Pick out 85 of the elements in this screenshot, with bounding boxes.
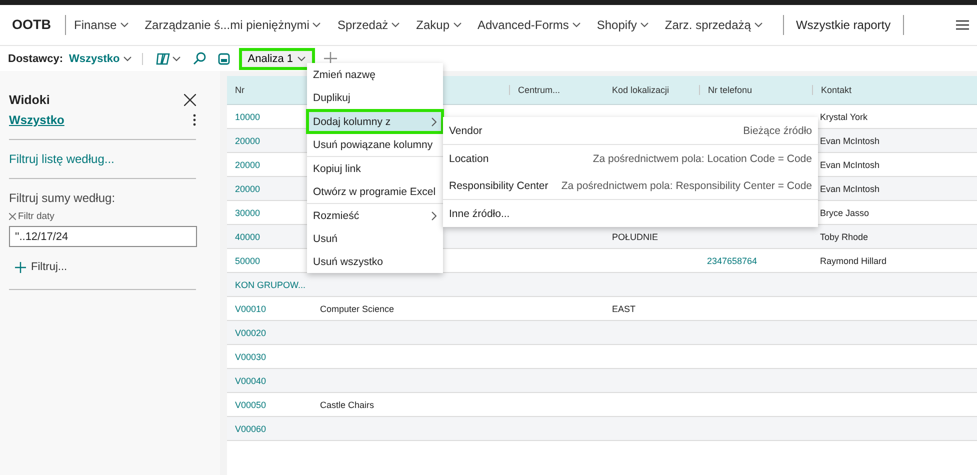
caret-icon bbox=[640, 22, 649, 28]
analysis-tab[interactable]: Analiza 1 bbox=[242, 50, 312, 66]
caret-icon bbox=[120, 22, 129, 28]
filter-totals-label: Filtruj sumy według: bbox=[9, 191, 116, 205]
menu-icon[interactable] bbox=[956, 20, 969, 30]
add-icon[interactable] bbox=[324, 52, 338, 65]
menu-item[interactable]: Usuń bbox=[307, 227, 443, 250]
menu-item[interactable]: Kopiuj link bbox=[307, 157, 443, 180]
column-header[interactable]: Centrum... bbox=[518, 85, 560, 95]
table-cell: Evan McIntosh bbox=[820, 184, 880, 194]
nav-menu-item[interactable]: Advanced-Forms bbox=[470, 18, 589, 32]
table-cell[interactable]: V00060 bbox=[235, 424, 266, 434]
table-cell[interactable]: 20000 bbox=[235, 184, 260, 194]
all-reports-link[interactable]: Wszystkie raporty bbox=[782, 15, 904, 35]
menu-item[interactable]: Inne źródło... bbox=[449, 208, 510, 220]
caret-icon bbox=[754, 22, 763, 28]
menu-item[interactable]: Vendor bbox=[449, 124, 482, 136]
menu-item[interactable]: Usuń powiązane kolumny bbox=[307, 133, 443, 156]
caret-icon bbox=[122, 56, 132, 62]
date-filter-field[interactable]: ''..12/17/24 bbox=[9, 226, 197, 247]
menu-item-detail: Bieżące źródło bbox=[743, 124, 812, 136]
page-caption: Dostawcy: bbox=[8, 52, 64, 64]
table-cell[interactable]: 20000 bbox=[235, 136, 260, 146]
menu-item-detail: Za pośrednictwem pola: Location Code = Code bbox=[592, 152, 812, 164]
chevron-right-icon bbox=[431, 210, 437, 220]
menu-item[interactable]: Rozmieść bbox=[307, 204, 443, 227]
menu-item[interactable]: Responsibility Center bbox=[449, 180, 548, 192]
table-cell[interactable]: 50000 bbox=[235, 256, 260, 266]
table-cell: Evan McIntosh bbox=[820, 160, 880, 170]
add-icon[interactable] bbox=[15, 262, 26, 272]
table-cell[interactable]: V00040 bbox=[235, 376, 266, 386]
caret-icon bbox=[452, 22, 462, 28]
table-cell[interactable]: 30000 bbox=[235, 208, 260, 218]
view-link[interactable]: Wszystko bbox=[9, 113, 64, 127]
table-cell: Raymond Hillard bbox=[820, 256, 887, 266]
table-cell: Krystal York bbox=[820, 112, 868, 122]
table-cell[interactable]: V00030 bbox=[235, 352, 266, 362]
menu-item[interactable]: Duplikuj bbox=[307, 86, 443, 109]
menu-item-detail: Za pośrednictwem pola: Responsibility Center = Code bbox=[561, 180, 812, 192]
table-cell: Evan McIntosh bbox=[820, 136, 880, 146]
table-cell[interactable]: 2347658764 bbox=[707, 256, 758, 266]
filter-list-link[interactable]: Filtruj listę według... bbox=[9, 152, 114, 166]
menu-item[interactable]: Dodaj kolumny z bbox=[307, 110, 443, 133]
column-header[interactable]: Kontakt bbox=[821, 85, 852, 95]
table-cell[interactable]: 20000 bbox=[235, 160, 260, 170]
nav-menu-item[interactable]: Zarządzanie ś...mi pieniężnymi bbox=[136, 18, 330, 32]
analysis-icon[interactable] bbox=[218, 52, 230, 64]
caret-icon bbox=[572, 22, 581, 28]
table-cell[interactable]: KON GRUPOW... bbox=[235, 280, 306, 290]
table-cell[interactable]: 40000 bbox=[235, 232, 260, 242]
close-icon[interactable] bbox=[184, 94, 196, 106]
table-cell[interactable]: V00020 bbox=[235, 328, 266, 338]
table-cell: EAST bbox=[612, 304, 636, 314]
nav-menu-item[interactable]: Shopify bbox=[588, 18, 657, 32]
copilot-icon[interactable] bbox=[154, 52, 181, 66]
nav-menu-item[interactable]: Zarz. sprzedażą bbox=[656, 18, 771, 32]
column-header[interactable]: Kod lokalizacji bbox=[612, 85, 670, 95]
caret-icon bbox=[297, 56, 306, 62]
add-filter-link[interactable]: Filtruj... bbox=[31, 261, 68, 273]
table-cell: Computer Science bbox=[320, 304, 394, 314]
chevron-right-icon bbox=[431, 116, 437, 126]
app-title: OOTB bbox=[0, 15, 66, 35]
menu-item[interactable]: Usuń wszystko bbox=[307, 250, 443, 273]
table-cell[interactable]: V00010 bbox=[235, 304, 266, 314]
more-options-icon[interactable] bbox=[193, 114, 196, 126]
caret-icon bbox=[391, 22, 400, 28]
column-header[interactable]: Nr telefonu bbox=[708, 85, 752, 95]
nav-menu-item[interactable]: Sprzedaż bbox=[329, 18, 408, 32]
table-cell: POŁUDNIE bbox=[612, 232, 658, 242]
column-header[interactable]: Nr bbox=[235, 85, 244, 95]
caret-icon bbox=[312, 22, 322, 28]
search-icon[interactable] bbox=[192, 52, 206, 65]
panel-title: Widoki bbox=[9, 93, 50, 107]
nav-menu-item[interactable]: Zakup bbox=[408, 18, 470, 32]
field-label: Filtr daty bbox=[18, 211, 54, 222]
table-cell: Bryce Jasso bbox=[820, 208, 870, 218]
table-cell: Castle Chairs bbox=[320, 400, 374, 410]
menu-item[interactable]: Location bbox=[449, 152, 489, 164]
table-cell[interactable]: V00050 bbox=[235, 400, 266, 410]
menu-item[interactable]: Otwórz w programie Excel bbox=[307, 180, 443, 203]
remove-icon[interactable] bbox=[9, 213, 16, 220]
table-cell[interactable]: 10000 bbox=[235, 112, 260, 122]
view-selector[interactable]: Wszystko bbox=[69, 52, 143, 64]
table-cell: Toby Rhode bbox=[820, 232, 868, 242]
nav-menu-item[interactable]: Finanse bbox=[66, 18, 137, 32]
